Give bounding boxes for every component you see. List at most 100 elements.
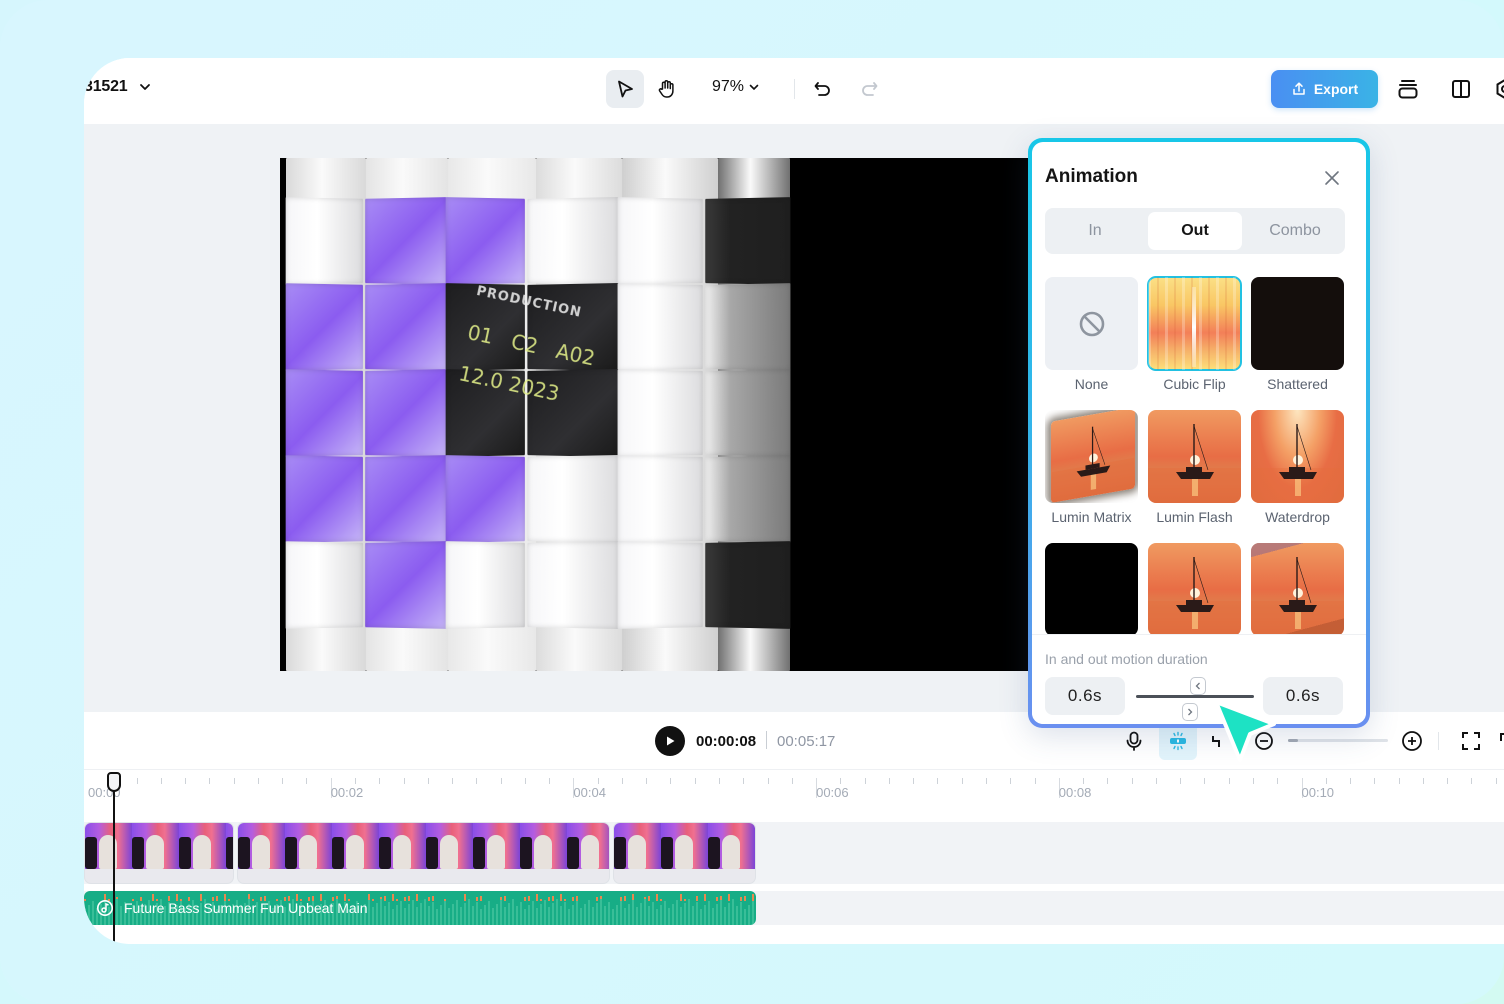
clip-plant	[473, 837, 485, 869]
play-button[interactable]	[655, 726, 685, 756]
layers-icon	[1398, 80, 1418, 99]
settings-button[interactable]	[1492, 76, 1504, 102]
waveform-bar	[636, 907, 638, 925]
waveform-bar	[644, 899, 646, 925]
effect-item[interactable]	[1045, 543, 1138, 636]
effect-waterdrop[interactable]: Waterdrop	[1251, 410, 1344, 525]
waveform-peak	[476, 897, 478, 901]
magnet-snap-icon	[1170, 731, 1186, 751]
more-button[interactable]	[1494, 727, 1504, 755]
split-panel-icon	[1452, 80, 1470, 98]
ruler-minor-tick	[985, 778, 987, 784]
waveform-peak	[624, 896, 626, 901]
in-duration-input[interactable]: 0.6s	[1045, 677, 1125, 715]
clip-thumbnail	[661, 823, 708, 869]
waveform-bar	[564, 902, 566, 925]
waveform-bar	[484, 905, 486, 925]
preview-cube-tile	[445, 455, 525, 543]
ruler-minor-tick	[1471, 778, 1473, 784]
record-voice-button[interactable]	[1120, 727, 1148, 755]
effect-label: Shattered	[1267, 376, 1328, 392]
effect-item[interactable]	[1148, 543, 1241, 636]
effect-lumin-matrix[interactable]: Lumin Matrix	[1045, 410, 1138, 525]
zoom-out-button[interactable]	[1250, 727, 1278, 755]
in-duration-handle[interactable]	[1182, 703, 1198, 721]
waveform-bar	[408, 904, 410, 925]
timeline-zoom-slider[interactable]	[1288, 739, 1388, 742]
split-panel-button[interactable]	[1448, 76, 1474, 102]
hand-tool-button[interactable]	[648, 70, 686, 108]
tab-out[interactable]: Out	[1148, 212, 1242, 250]
waveform-bar	[392, 909, 394, 925]
chevron-down-icon[interactable]	[138, 80, 152, 94]
waveform-bar	[448, 908, 450, 925]
duration-slider-track[interactable]	[1136, 695, 1254, 698]
waveform-bar	[480, 909, 482, 925]
effect-item[interactable]	[1251, 543, 1344, 636]
time-separator	[766, 731, 767, 749]
waveform-bar	[388, 902, 390, 925]
ruler-minor-tick	[1010, 778, 1012, 784]
tab-combo[interactable]: Combo	[1248, 212, 1342, 250]
out-duration-input[interactable]: 0.6s	[1263, 677, 1343, 715]
video-clip[interactable]	[237, 822, 610, 884]
preview-cube-tile	[527, 197, 619, 285]
tab-in[interactable]: In	[1048, 212, 1142, 250]
animation-panel: Animation In Out Combo None Cubic Flip S…	[1028, 138, 1370, 728]
clip-thumbnail	[473, 823, 520, 869]
waveform-bar	[528, 905, 530, 925]
gear-icon	[1496, 79, 1504, 99]
sailboat-image	[1251, 557, 1344, 636]
close-icon[interactable]	[1322, 168, 1342, 188]
ruler-label: 00:08	[1058, 785, 1092, 800]
effect-none[interactable]: None	[1045, 277, 1138, 392]
ruler-minor-tick	[476, 778, 478, 784]
out-duration-handle[interactable]	[1190, 677, 1206, 695]
video-preview[interactable]: PRODUCTION 01 C2 A02 12.0 2023	[280, 158, 1030, 671]
ruler-minor-tick	[937, 778, 939, 784]
waveform-peak	[680, 894, 682, 901]
ruler-minor-tick	[209, 778, 211, 784]
waveform-peak	[684, 899, 686, 901]
waveform-peak	[504, 896, 506, 901]
project-name[interactable]: 31521	[84, 78, 128, 96]
clip-subject	[534, 835, 552, 869]
redo-button[interactable]	[850, 70, 888, 108]
clip-plant	[179, 837, 191, 869]
playhead-handle[interactable]	[107, 772, 121, 792]
waveform-bar	[672, 904, 674, 925]
fullscreen-button[interactable]	[1457, 727, 1485, 755]
waveform-bar	[424, 899, 426, 925]
duration-label: In and out motion duration	[1045, 651, 1208, 667]
video-clip[interactable]	[84, 822, 234, 884]
waveform-bar	[92, 901, 94, 925]
effect-shattered[interactable]: Shattered	[1251, 277, 1344, 392]
effect-cubic-flip[interactable]: Cubic Flip	[1147, 276, 1242, 392]
clip-thumbnail	[614, 823, 661, 869]
video-clip[interactable]	[613, 822, 756, 884]
clip-subject	[146, 835, 164, 869]
waveform-bar	[84, 909, 86, 925]
ruler-minor-tick	[1398, 778, 1400, 784]
preview-cube-tile	[445, 197, 525, 285]
undo-button[interactable]	[804, 70, 842, 108]
preview-cube-tile	[365, 369, 447, 457]
chevron-left-icon	[1195, 682, 1200, 690]
effect-thumbnail	[1148, 410, 1241, 503]
waveform-bar	[516, 906, 518, 925]
waveform-bar	[456, 900, 458, 925]
zoom-in-button[interactable]	[1398, 727, 1426, 755]
export-button[interactable]: Export	[1271, 70, 1378, 108]
ruler-minor-tick	[791, 778, 793, 784]
waveform-bar	[724, 907, 726, 925]
zoom-level-dropdown[interactable]: 97%	[712, 78, 760, 96]
audio-clip[interactable]: Future Bass Summer Fun Upbeat Main	[84, 891, 756, 925]
timeline-ruler[interactable]: 00:00 00:02 00:04 00:06 00:08 00:10	[84, 770, 1504, 814]
ruler-minor-tick	[767, 778, 769, 784]
split-button[interactable]	[1204, 727, 1232, 755]
select-tool-button[interactable]	[606, 70, 644, 108]
waveform-peak	[740, 897, 742, 901]
ruler-minor-tick	[282, 778, 284, 784]
layers-button[interactable]	[1395, 76, 1421, 102]
effect-lumin-flash[interactable]: Lumin Flash	[1148, 410, 1241, 525]
